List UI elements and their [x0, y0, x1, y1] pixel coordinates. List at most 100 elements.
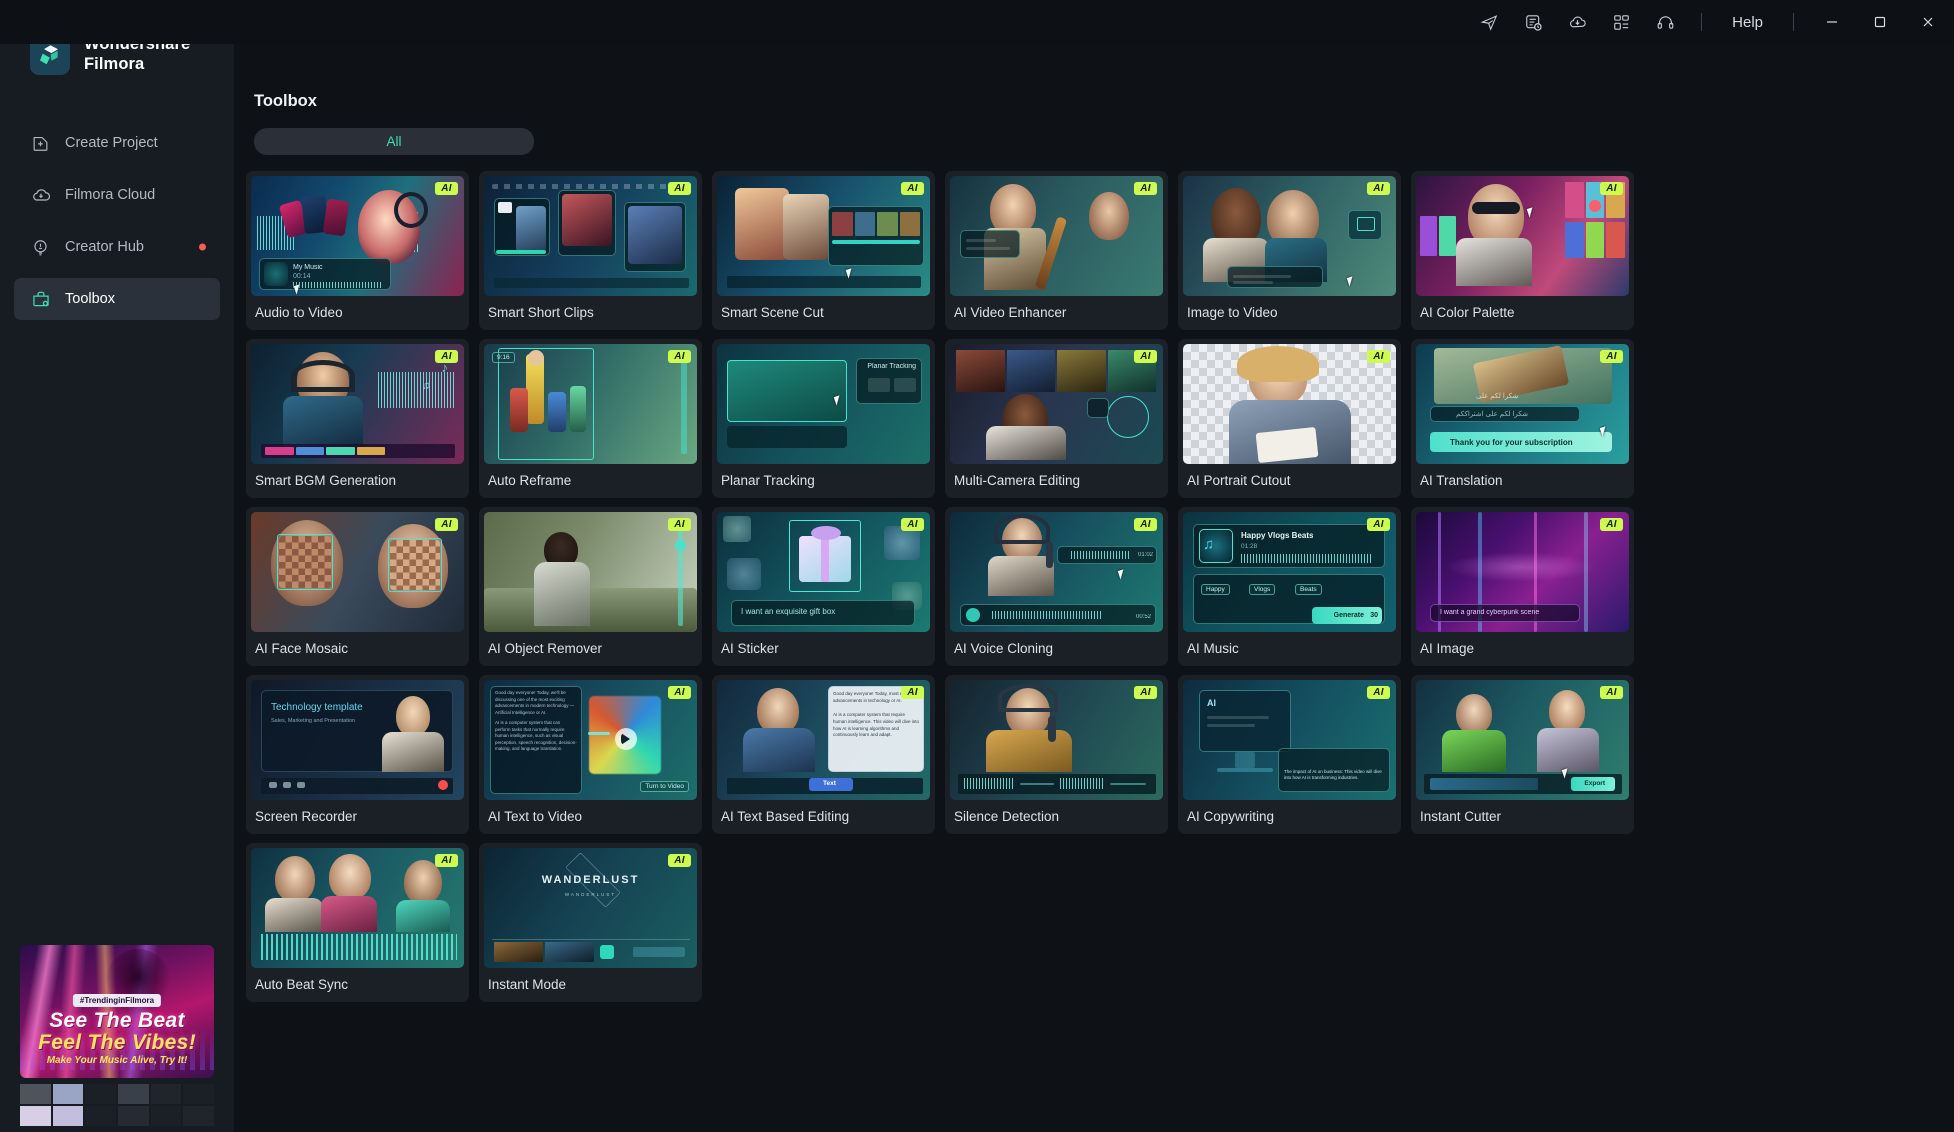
- ai-badge: AI: [435, 518, 458, 531]
- ai-badge: AI: [1134, 518, 1157, 531]
- ai-badge: AI: [668, 182, 691, 195]
- tool-card-label: AI Object Remover: [488, 641, 603, 656]
- tool-card-ai-video-enhancer[interactable]: AI AI Video Enhancer: [945, 171, 1168, 330]
- tool-card-smart-short-clips[interactable]: AI Smart Short Clips: [479, 171, 702, 330]
- tool-thumbnail: Technology template Sales, Marketing and…: [251, 680, 464, 800]
- cloud-download-icon[interactable]: [1557, 5, 1597, 39]
- category-tabs: All: [242, 128, 1954, 155]
- tool-card-ai-copywriting[interactable]: AI The impact of AI on business: This vi…: [1178, 675, 1401, 834]
- tool-card-multi-camera-editing[interactable]: AI Multi-Camera Editing: [945, 339, 1168, 498]
- send-share-icon[interactable]: [1469, 5, 1509, 39]
- tool-card-ai-voice-cloning[interactable]: 01:02 00:52 AI AI Voice Cloning: [945, 507, 1168, 666]
- tool-card-label: AI Portrait Cutout: [1187, 473, 1291, 488]
- toolbox-scroll-area[interactable]: My Music 00:14 AI Audio to Video AI Smar…: [234, 155, 1954, 1132]
- tool-thumbnail: AI: [950, 680, 1163, 800]
- cloud-icon: [30, 185, 51, 206]
- thumb-text: Generate: [1333, 612, 1364, 619]
- tool-thumbnail: WANDERLUST WANDERLUST AI: [484, 848, 697, 968]
- tool-thumbnail: AI: [950, 344, 1163, 464]
- thumb-text: Sales, Marketing and Presentation: [271, 718, 356, 724]
- thumb-text: Text: [823, 780, 836, 787]
- ai-badge: AI: [1600, 182, 1623, 195]
- tool-card-label: Multi-Camera Editing: [954, 473, 1081, 488]
- tool-card-image-to-video[interactable]: AI Image to Video: [1178, 171, 1401, 330]
- tool-card-instant-mode[interactable]: WANDERLUST WANDERLUST AI Instant Mode: [479, 843, 702, 1002]
- thumb-text: Turn to Video: [640, 781, 689, 792]
- divider: [1793, 13, 1794, 31]
- tool-card-ai-color-palette[interactable]: AI AI Color Palette: [1411, 171, 1634, 330]
- sidebar-item-toolbox[interactable]: Toolbox: [14, 278, 220, 320]
- sidebar: Wondershare Filmora Create Project Filmo…: [0, 35, 234, 1132]
- ai-badge: AI: [1367, 518, 1390, 531]
- promo-line-2: Feel The Vibes!: [38, 1031, 196, 1054]
- tab-all[interactable]: All: [254, 128, 534, 155]
- tool-thumbnail: AI The impact of AI on business: This vi…: [1183, 680, 1396, 800]
- minimize-button[interactable]: [1810, 5, 1854, 39]
- sidebar-item-label: Toolbox: [65, 291, 115, 307]
- tool-card-planar-tracking[interactable]: Planar Tracking Planar Tracking: [712, 339, 935, 498]
- tool-card-label: Auto Beat Sync: [255, 977, 349, 992]
- sidebar-item-creator-hub[interactable]: Creator Hub: [14, 226, 220, 268]
- sidebar-item-create-project[interactable]: Create Project: [14, 122, 220, 164]
- page-title: Toolbox: [254, 92, 317, 110]
- create-project-icon: [30, 133, 51, 154]
- ai-badge: AI: [1367, 350, 1390, 363]
- tool-card-screen-recorder[interactable]: Technology template Sales, Marketing and…: [246, 675, 469, 834]
- lightbulb-icon: [30, 237, 51, 258]
- thumb-text: Export: [1584, 780, 1605, 787]
- promo-banner[interactable]: #TrendinginFilmora See The Beat Feel The…: [20, 945, 214, 1078]
- tool-card-label: Instant Cutter: [1420, 809, 1502, 824]
- support-headset-icon[interactable]: [1645, 5, 1685, 39]
- help-button[interactable]: Help: [1718, 5, 1777, 39]
- tool-thumbnail: AI: [1416, 176, 1629, 296]
- sidebar-item-filmora-cloud[interactable]: Filmora Cloud: [14, 174, 220, 216]
- thumb-text: The impact of AI on business: This video…: [1284, 768, 1382, 781]
- tool-thumbnail: ♪ ♫ AI: [251, 344, 464, 464]
- close-button[interactable]: [1906, 5, 1950, 39]
- tool-card-audio-to-video[interactable]: My Music 00:14 AI Audio to Video: [246, 171, 469, 330]
- tool-card-ai-translation[interactable]: شكرا لكم على شكرا لكم على اشتراككم Thank…: [1411, 339, 1634, 498]
- task-list-icon[interactable]: [1513, 5, 1553, 39]
- tool-card-ai-text-to-video[interactable]: Good day everyone! Today, we'll be discu…: [479, 675, 702, 834]
- tool-card-ai-music[interactable]: ♫ Happy Vlogs Beats 01:28 Happy Vlogs Be…: [1178, 507, 1401, 666]
- thumb-text: 30: [1370, 612, 1378, 619]
- toolbox-icon: [30, 289, 51, 310]
- tool-card-label: Auto Reframe: [488, 473, 572, 488]
- tool-card-ai-face-mosaic[interactable]: AI AI Face Mosaic: [246, 507, 469, 666]
- tool-card-auto-reframe[interactable]: 9:16 AI Auto Reframe: [479, 339, 702, 498]
- tool-thumbnail: شكرا لكم على شكرا لكم على اشتراككم Thank…: [1416, 344, 1629, 464]
- tool-card-ai-text-based-editing[interactable]: Good day everyone! Today, most exciting …: [712, 675, 935, 834]
- tool-thumbnail: Good day everyone! Today, we'll be discu…: [484, 680, 697, 800]
- tool-card-smart-bgm-generation[interactable]: ♪ ♫ AI Smart BGM Generation: [246, 339, 469, 498]
- thumb-text: I want an exquisite gift box: [741, 607, 836, 616]
- thumb-text: I want a grand cyberpunk scene: [1440, 609, 1540, 616]
- ai-badge: AI: [668, 686, 691, 699]
- ai-badge: AI: [901, 518, 924, 531]
- maximize-button[interactable]: [1858, 5, 1902, 39]
- tool-card-ai-object-remover[interactable]: AI AI Object Remover: [479, 507, 702, 666]
- ai-badge: AI: [1367, 182, 1390, 195]
- tool-card-silence-detection[interactable]: AI Silence Detection: [945, 675, 1168, 834]
- ai-badge: AI: [1600, 686, 1623, 699]
- tool-card-label: Silence Detection: [954, 809, 1060, 824]
- ai-badge: AI: [435, 350, 458, 363]
- thumb-text: 01:28: [1241, 543, 1258, 550]
- tool-thumbnail: 9:16 AI: [484, 344, 697, 464]
- tool-card-auto-beat-sync[interactable]: AI Auto Beat Sync: [246, 843, 469, 1002]
- tool-card-ai-image[interactable]: I want a grand cyberpunk scene AI AI Ima…: [1411, 507, 1634, 666]
- apps-grid-icon[interactable]: [1601, 5, 1641, 39]
- tool-card-label: Smart Scene Cut: [721, 305, 824, 320]
- tool-card-smart-scene-cut[interactable]: AI Smart Scene Cut: [712, 171, 935, 330]
- ai-badge: AI: [901, 686, 924, 699]
- tool-card-label: AI Face Mosaic: [255, 641, 349, 656]
- tool-card-label: AI Sticker: [721, 641, 779, 656]
- ai-badge: AI: [668, 854, 691, 867]
- tool-card-ai-sticker[interactable]: I want an exquisite gift box AI AI Stick…: [712, 507, 935, 666]
- ai-badge: AI: [435, 182, 458, 195]
- tool-card-ai-portrait-cutout[interactable]: AI AI Portrait Cutout: [1178, 339, 1401, 498]
- window-body: Wondershare Filmora Create Project Filmo…: [0, 35, 1954, 1132]
- toolbox-grid: My Music 00:14 AI Audio to Video AI Smar…: [246, 171, 1954, 1002]
- thumb-text: Thank you for your subscription: [1450, 438, 1573, 447]
- ai-badge: AI: [1600, 350, 1623, 363]
- tool-card-instant-cutter[interactable]: Export AI Instant Cutter: [1411, 675, 1634, 834]
